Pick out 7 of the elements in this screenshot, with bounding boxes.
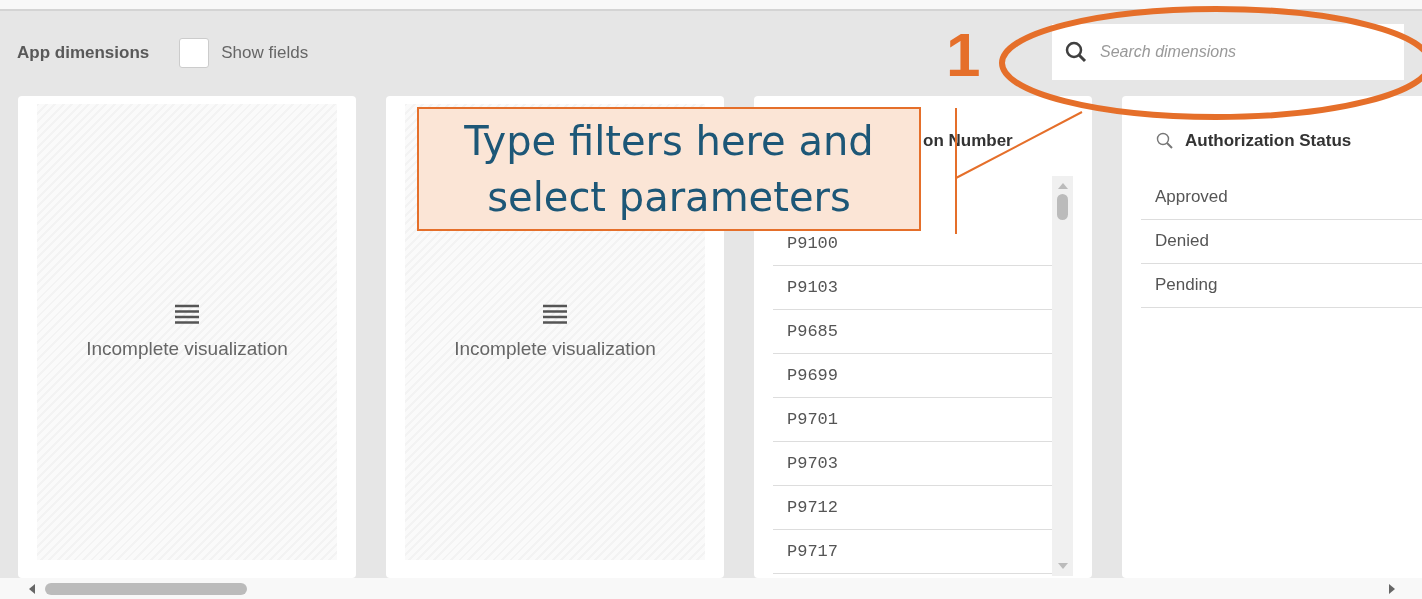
- step-number: 1: [946, 24, 981, 86]
- callout-tooltip: Type filters here and select parameters: [417, 107, 921, 231]
- incomplete-message: Incomplete visualization: [86, 337, 288, 360]
- show-fields-label: Show fields: [221, 43, 309, 64]
- incomplete-message: Incomplete visualization: [454, 337, 656, 360]
- section-title: App dimensions: [17, 43, 150, 64]
- field-title: Authorization Status: [1185, 130, 1352, 151]
